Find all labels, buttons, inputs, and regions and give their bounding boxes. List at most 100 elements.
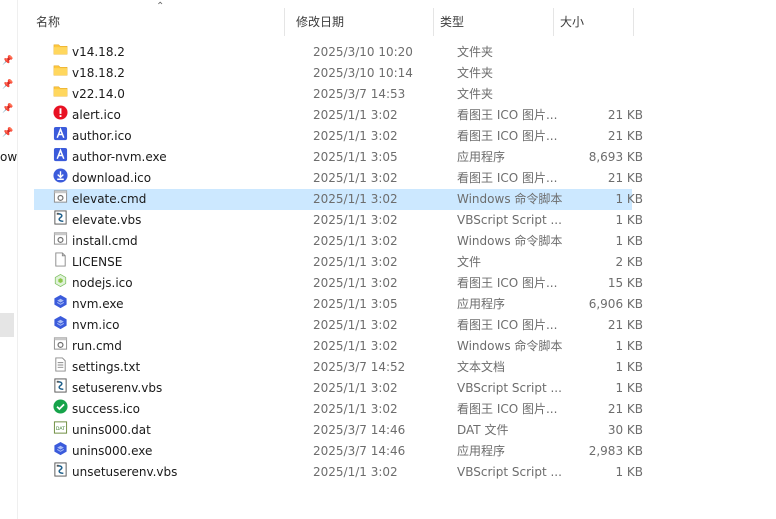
- file-type: 看图王 ICO 图片...: [457, 318, 558, 332]
- file-type: DAT 文件: [457, 423, 509, 437]
- alert-icon: [53, 105, 68, 120]
- file-type: Windows 命令脚本: [457, 234, 563, 248]
- folder-icon: [53, 84, 68, 99]
- file-row[interactable]: nvm.exe 2025/1/1 3:05 应用程序 6,906 KB: [34, 294, 643, 315]
- nav-item-label[interactable]: ow: [0, 150, 17, 164]
- file-name[interactable]: unsetuserenv.vbs: [72, 462, 177, 483]
- file-name[interactable]: setuserenv.vbs: [72, 378, 162, 399]
- svg-text:DAT: DAT: [56, 426, 65, 432]
- file-row[interactable]: alert.ico 2025/1/1 3:02 看图王 ICO 图片... 21 KB: [34, 105, 643, 126]
- file-name[interactable]: nvm.exe: [72, 294, 124, 315]
- file-row[interactable]: elevate.cmd 2025/1/1 3:02 Windows 命令脚本 1 KB: [34, 189, 643, 210]
- file-size: 21 KB: [607, 129, 643, 143]
- nodejs-icon: [53, 273, 68, 288]
- nvm-icon: [53, 294, 68, 309]
- file-date: 2025/3/7 14:52: [313, 360, 406, 374]
- pin-icon[interactable]: 📌: [2, 80, 13, 90]
- file-type: 文件夹: [457, 66, 494, 80]
- file-name[interactable]: run.cmd: [72, 336, 122, 357]
- file-row[interactable]: v22.14.0 2025/3/7 14:53 文件夹: [34, 84, 632, 105]
- file-row[interactable]: v18.18.2 2025/3/10 10:14 文件夹: [34, 63, 632, 84]
- column-header-type-label: 类型: [440, 15, 465, 29]
- file-row[interactable]: unsetuserenv.vbs 2025/1/1 3:02 VBScript Sc…: [34, 462, 643, 483]
- dat-file-icon: DAT: [53, 420, 68, 435]
- file-date: 2025/1/1 3:02: [313, 402, 398, 416]
- file-name[interactable]: elevate.vbs: [72, 210, 141, 231]
- file-name[interactable]: nvm.ico: [72, 315, 119, 336]
- file-date: 2025/3/7 14:46: [313, 444, 406, 458]
- file-type: VBScript Script ...: [457, 381, 562, 395]
- file-name[interactable]: alert.ico: [72, 105, 121, 126]
- file-row[interactable]: install.cmd 2025/1/1 3:02 Windows 命令脚本 1 KB: [34, 231, 643, 252]
- file-name[interactable]: settings.txt: [72, 357, 140, 378]
- file-name[interactable]: download.ico: [72, 168, 151, 189]
- file-row[interactable]: settings.txt 2025/3/7 14:52 文本文档 1 KB: [34, 357, 643, 378]
- file-name[interactable]: elevate.cmd: [72, 189, 146, 210]
- file-date: 2025/1/1 3:05: [313, 297, 398, 311]
- column-header-date[interactable]: 修改日期: [285, 8, 434, 36]
- file-row[interactable]: setuserenv.vbs 2025/1/1 3:02 VBScript Scri…: [34, 378, 643, 399]
- file-size: 15 KB: [607, 276, 643, 290]
- file-row[interactable]: DAT unins000.dat 2025/3/7 14:46 DAT 文件 30 KB: [34, 420, 643, 441]
- file-row[interactable]: author.ico 2025/1/1 3:02 看图王 ICO 图片... 21 K…: [34, 126, 643, 147]
- file-type: 应用程序: [457, 297, 506, 311]
- file-row[interactable]: nodejs.ico 2025/1/1 3:02 看图王 ICO 图片... 15 K…: [34, 273, 643, 294]
- column-header-name[interactable]: 名称: [18, 8, 285, 36]
- file-type: 应用程序: [457, 150, 506, 164]
- file-date: 2025/1/1 3:02: [313, 108, 398, 122]
- file-name[interactable]: nodejs.ico: [72, 273, 133, 294]
- file-row[interactable]: author-nvm.exe 2025/1/1 3:05 应用程序 8,693 KB: [34, 147, 643, 168]
- file-type: 文件夹: [457, 87, 494, 101]
- file-name[interactable]: LICENSE: [72, 252, 122, 273]
- file-row[interactable]: run.cmd 2025/1/1 3:02 Windows 命令脚本 1 KB: [34, 336, 643, 357]
- file-date: 2025/1/1 3:02: [313, 171, 398, 185]
- column-header-date-label: 修改日期: [296, 15, 345, 29]
- file-name[interactable]: v22.14.0: [72, 84, 125, 105]
- file-name[interactable]: unins000.dat: [72, 420, 151, 441]
- file-size: 30 KB: [607, 423, 643, 437]
- pin-icon[interactable]: 📌: [2, 128, 13, 138]
- file-name[interactable]: install.cmd: [72, 231, 138, 252]
- column-header-size-label: 大小: [560, 15, 585, 29]
- author-icon: [53, 126, 68, 141]
- author-icon: [53, 147, 68, 162]
- cmd-file-icon: [53, 336, 68, 351]
- file-name[interactable]: success.ico: [72, 399, 140, 420]
- file-row[interactable]: success.ico 2025/1/1 3:02 看图王 ICO 图片... 21 …: [34, 399, 643, 420]
- column-header-name-label: 名称: [36, 15, 61, 29]
- file-row[interactable]: LICENSE 2025/1/1 3:02 文件 2 KB: [34, 252, 643, 273]
- file-date: 2025/3/10 10:20: [313, 45, 413, 59]
- file-row[interactable]: elevate.vbs 2025/1/1 3:02 VBScript Script …: [34, 210, 643, 231]
- column-header-type[interactable]: 类型: [434, 8, 554, 36]
- column-header-row: 名称 修改日期 类型 大小: [18, 8, 776, 36]
- file-date: 2025/3/7 14:46: [313, 423, 406, 437]
- file-size: 8,693 KB: [588, 150, 643, 164]
- file-type: 文本文档: [457, 360, 506, 374]
- file-type: VBScript Script ...: [457, 213, 562, 227]
- file-date: 2025/3/10 10:14: [313, 66, 413, 80]
- pin-icon[interactable]: 📌: [2, 56, 13, 66]
- file-date: 2025/1/1 3:05: [313, 150, 398, 164]
- file-name[interactable]: v18.18.2: [72, 63, 125, 84]
- file-name[interactable]: v14.18.2: [72, 42, 125, 63]
- file-size: 2,983 KB: [588, 444, 643, 458]
- file-row[interactable]: v14.18.2 2025/3/10 10:20 文件夹: [34, 42, 632, 63]
- file-date: 2025/1/1 3:02: [313, 192, 398, 206]
- file-date: 2025/1/1 3:02: [313, 234, 398, 248]
- file-date: 2025/1/1 3:02: [313, 129, 398, 143]
- file-row[interactable]: download.ico 2025/1/1 3:02 看图王 ICO 图片... 21…: [34, 168, 643, 189]
- file-size: 1 KB: [615, 234, 643, 248]
- file-row[interactable]: unins000.exe 2025/3/7 14:46 应用程序 2,983 KB: [34, 441, 643, 462]
- vbs-file-icon: [53, 378, 68, 393]
- pin-icon[interactable]: 📌: [2, 104, 13, 114]
- column-header-size[interactable]: 大小: [554, 8, 634, 36]
- file-name[interactable]: author.ico: [72, 126, 132, 147]
- file-date: 2025/1/1 3:02: [313, 255, 398, 269]
- folder-icon: [53, 63, 68, 78]
- file-row[interactable]: nvm.ico 2025/1/1 3:02 看图王 ICO 图片... 21 KB: [34, 315, 643, 336]
- file-size: 1 KB: [615, 360, 643, 374]
- vbs-file-icon: [53, 462, 68, 477]
- file-name[interactable]: unins000.exe: [72, 441, 152, 462]
- file-name[interactable]: author-nvm.exe: [72, 147, 167, 168]
- nav-selected-item[interactable]: [0, 313, 14, 337]
